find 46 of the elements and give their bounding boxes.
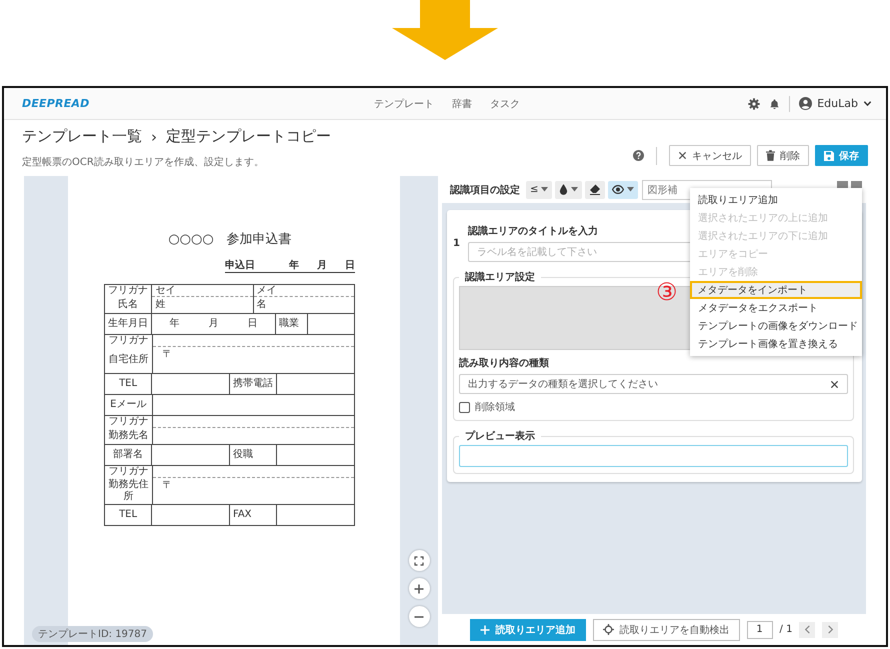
form-label: 役職	[233, 449, 253, 461]
form-label: 日	[345, 259, 355, 272]
form-label: 月	[208, 318, 219, 330]
form-label: 〒	[162, 349, 172, 361]
form-label: 勤務先名	[108, 430, 148, 442]
form-label: FAX	[233, 509, 252, 521]
form-label: 月	[317, 259, 327, 272]
form-label: 申込日	[225, 258, 255, 272]
area-number: 1	[453, 238, 461, 249]
form-label: 部署名	[113, 449, 144, 461]
form-label: 年	[170, 318, 180, 330]
form-title: ○○○○ 参加申込書	[167, 231, 293, 248]
step-number: ③	[656, 278, 678, 306]
form-label: 生年月日	[108, 318, 148, 330]
form-label: 自宅住所	[108, 354, 148, 366]
field-label: 読み取り内容の種類	[459, 356, 549, 370]
form-label: フリガナ	[108, 285, 148, 296]
group-title: 認識エリア設定	[464, 270, 536, 284]
form-label: Eメール	[110, 399, 146, 411]
page-total: / 1	[780, 624, 792, 635]
group-title: プレビュー表示	[464, 429, 536, 443]
form-label: 〒	[162, 480, 172, 492]
select-placeholder: 出力するデータの種類を選択してください	[468, 378, 658, 391]
form-label: フリガナ	[108, 335, 148, 346]
user-name: EduLab	[817, 97, 858, 110]
form-label: TEL	[119, 378, 138, 390]
form-label: 日	[248, 318, 258, 330]
form-label: TEL	[119, 509, 138, 521]
form-label: 勤務先住所	[107, 478, 150, 502]
panel-title: 認識項目の設定	[450, 183, 520, 196]
form-label: 携帯電話	[233, 378, 273, 390]
checkbox-label: 削除領域	[475, 400, 515, 414]
page-title: 定型テンプレートコピー	[166, 127, 331, 146]
page-subtitle: 定型帳票のOCR読み取りエリアを作成、設定します。	[22, 156, 265, 169]
form-label: 名	[256, 299, 267, 311]
form-label: セイ	[155, 285, 176, 296]
form-label: 姓	[155, 299, 166, 311]
form-label: 氏名	[118, 298, 138, 310]
field-label: 認識エリアのタイトルを入力	[468, 224, 598, 238]
breadcrumb-separator: ›	[151, 128, 157, 146]
form-label: 職業	[279, 318, 300, 330]
form-label: フリガナ	[108, 416, 148, 427]
form-label: フリガナ	[108, 466, 148, 477]
form-label: 年	[289, 258, 299, 272]
template-id-badge: テンプレートID: 19787	[32, 626, 154, 642]
form-label: メイ	[256, 285, 277, 296]
